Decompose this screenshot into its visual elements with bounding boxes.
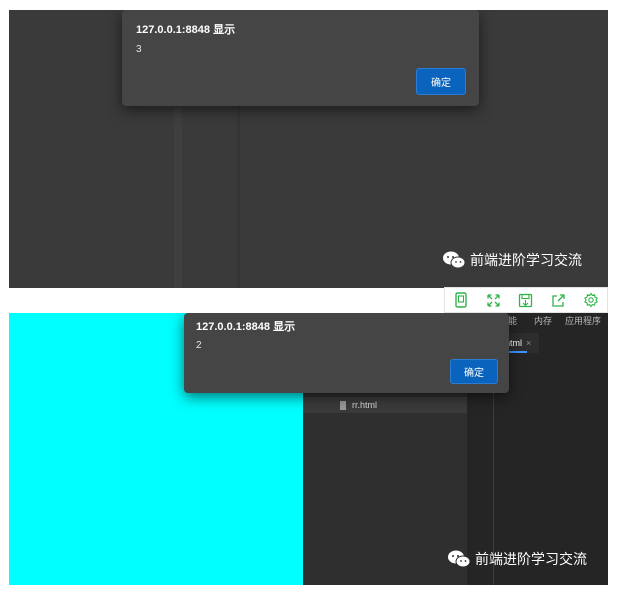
settings-icon [583,292,598,308]
expand-button[interactable] [484,290,504,310]
share-icon [552,293,565,307]
dialog-title: 127.0.0.1:8848 显示 [196,321,296,333]
save-icon [519,293,533,307]
menu-item-application[interactable]: 应用程序 [565,314,601,327]
wechat-watermark: 前端进阶学习交流 [447,549,587,569]
menu-item-performance[interactable]: 能 [508,314,517,327]
share-button[interactable] [548,290,568,310]
wechat-icon [443,251,466,269]
save-button[interactable] [516,290,536,310]
dialog-title: 127.0.0.1:8848 显示 [136,24,236,36]
wechat-icon [448,550,471,568]
close-icon[interactable]: × [526,338,531,348]
dialog-message: 2 [196,340,202,351]
bottom-screenshot: rr.html 能 内存 应用程序 html × 127.0.0.1:8848 … [9,313,608,585]
alert-dialog: 127.0.0.1:8848 显示 2 确定 [184,313,509,393]
image-toolbar [444,287,608,313]
expand-icon [487,293,500,307]
wechat-watermark: 前端进阶学习交流 [442,250,582,270]
file-item[interactable]: rr.html [303,397,467,413]
phone-icon [455,292,467,308]
top-screenshot: 127.0.0.1:8848 显示 3 确定 前端进阶学习交流 [9,10,608,288]
watermark-text: 前端进阶学习交流 [475,551,587,567]
ok-button[interactable]: 确定 [416,68,466,95]
ok-button[interactable]: 确定 [450,359,498,384]
menu-item-memory[interactable]: 内存 [534,314,552,327]
dialog-message: 3 [136,44,142,55]
settings-button[interactable] [581,290,601,310]
file-icon [340,400,346,410]
watermark-text: 前端进阶学习交流 [470,252,582,268]
phone-view-button[interactable] [451,290,471,310]
alert-dialog: 127.0.0.1:8848 显示 3 确定 [122,10,479,106]
file-name: rr.html [352,400,378,410]
